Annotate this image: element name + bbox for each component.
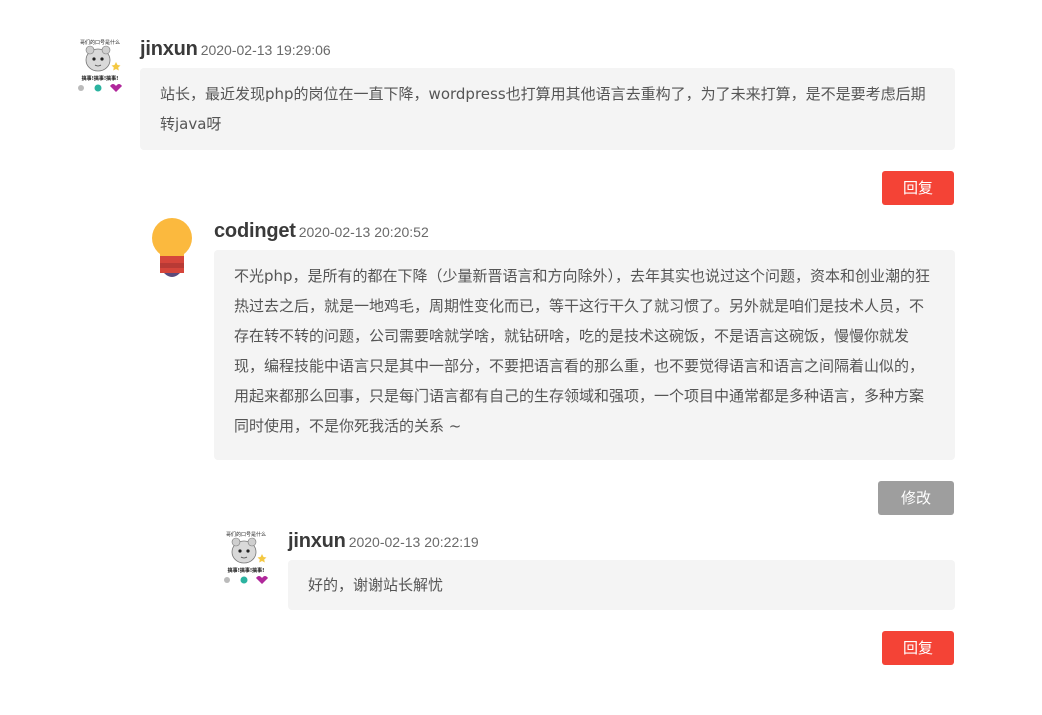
reply-button[interactable]: 回复 <box>882 171 954 205</box>
avatar[interactable]: 哥们的口号是什么 搞事!搞事!搞事! <box>72 38 128 94</box>
hamster-meme-avatar: 哥们的口号是什么 搞事!搞事!搞事! <box>218 530 274 586</box>
comment-author[interactable]: jinxun <box>288 530 346 552</box>
comment-author[interactable]: jinxun <box>140 38 198 60</box>
edit-button[interactable]: 修改 <box>878 481 954 515</box>
comment-time: 2020-02-13 20:20:52 <box>298 224 429 240</box>
comment-time: 2020-02-13 19:29:06 <box>200 42 331 58</box>
comment-body: 好的，谢谢站长解忧 <box>288 560 955 610</box>
comment-meta: jinxun 2020-02-13 19:29:06 <box>140 38 331 61</box>
comment-time: 2020-02-13 20:22:19 <box>348 534 479 550</box>
avatar-caption-bottom: 搞事!搞事!搞事! <box>228 567 265 574</box>
avatar[interactable]: 哥们的口号是什么 搞事!搞事!搞事! <box>218 530 274 586</box>
hamster-meme-avatar: 哥们的口号是什么 搞事!搞事!搞事! <box>72 38 128 94</box>
comment-meta: jinxun 2020-02-13 20:22:19 <box>288 530 479 553</box>
comment-author[interactable]: codinget <box>214 220 296 242</box>
lightbulb-icon <box>152 218 192 277</box>
avatar-caption-bottom: 搞事!搞事!搞事! <box>82 75 119 82</box>
comment-meta: codinget 2020-02-13 20:20:52 <box>214 220 429 243</box>
comment-body: 不光php，是所有的都在下降（少量新晋语言和方向除外），去年其实也说过这个问题，… <box>214 250 955 460</box>
reply-button[interactable]: 回复 <box>882 631 954 665</box>
avatar-caption-top: 哥们的口号是什么 <box>226 531 266 538</box>
avatar[interactable] <box>146 214 202 277</box>
avatar-caption-top: 哥们的口号是什么 <box>80 39 120 46</box>
comment-body: 站长，最近发现php的岗位在一直下降，wordpress也打算用其他语言去重构了… <box>140 68 955 150</box>
